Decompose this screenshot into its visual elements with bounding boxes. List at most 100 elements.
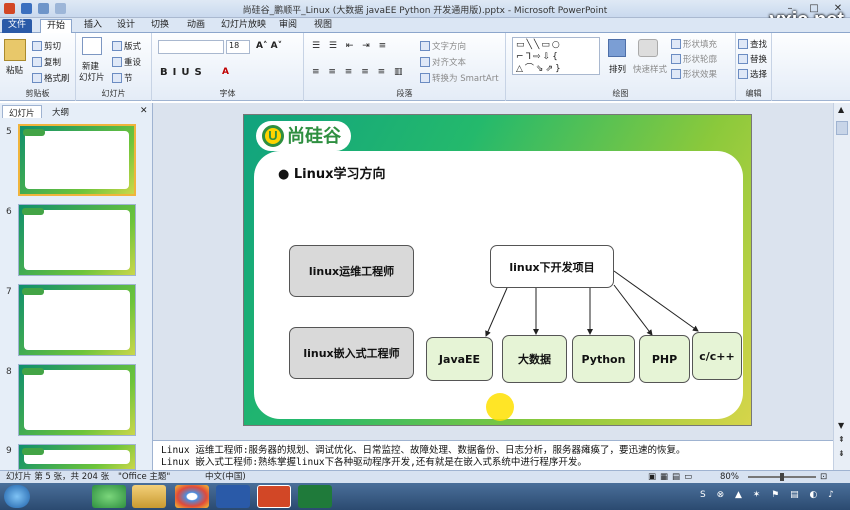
node-bigdata[interactable]: 大数据 [502,335,567,383]
node-linux-dev[interactable]: linux下开发项目 [490,245,614,288]
scissors-icon [32,41,42,51]
arrange-button[interactable]: 排列 [609,63,626,75]
slide-thumbnail[interactable] [18,364,136,436]
vertical-scrollbar[interactable]: ▲ ▼ ⇞ ⇟ [833,103,850,470]
reset-icon [112,57,122,67]
shape-outline-button[interactable]: 形状轮廓 [671,53,717,65]
font-size-box[interactable]: 18 [226,40,250,54]
fit-window-icon[interactable]: ⊡ [820,471,827,483]
new-slide-label: 幻灯片 [79,73,105,83]
quick-styles-icon [638,39,658,57]
app-icon[interactable] [92,485,126,508]
tab-home[interactable]: 开始 [40,19,73,33]
find-button[interactable]: 查找 [738,38,767,50]
select-label: 选择 [750,70,768,80]
slide-canvas[interactable]: U 尚硅谷 ● Linux学习方向 linux运维工程师 linux嵌入式工程师 … [243,114,752,426]
notes-line: Linux 运维工程师:服务器的规划、调试优化、日常监控、故障处理、数据备份、日… [161,445,686,456]
start-button[interactable] [4,485,30,508]
shape-fill-button[interactable]: 形状填充 [671,38,717,50]
node-php[interactable]: PHP [639,335,690,383]
tab-animations[interactable]: 动画 [181,19,211,33]
quick-styles-button[interactable]: 快速样式 [633,63,667,75]
slide-thumbnail[interactable] [18,444,136,470]
fill-icon [671,39,681,49]
font-style-buttons[interactable]: BIUS [160,67,207,78]
zoom-thumb[interactable] [780,473,784,481]
slide-number: 5 [6,127,12,137]
view-buttons[interactable]: ▣▦▤▭ [648,471,696,483]
group-label: 绘图 [612,89,629,98]
paste-button[interactable]: 粘贴 [6,64,23,76]
replace-button[interactable]: 替换 [738,53,767,65]
next-slide-icon[interactable]: ⇟ [838,449,845,458]
shapes-gallery[interactable]: ▭╲╲▭○ ⌐ᒣ⇨⇩{△⌒⇘⇗} [512,37,600,75]
text-direction-button[interactable]: 文字方向 [420,40,466,52]
align-buttons[interactable]: ≡ ≡ ≡ ≡ ≡ ▥ [312,67,406,77]
ribbon-tabs: 文件 开始 插入 设计 切换 动画 幻灯片放映 审阅 视图 [0,18,850,33]
prev-slide-icon[interactable]: ⇞ [838,435,845,444]
node-ops-engineer[interactable]: linux运维工程师 [289,245,414,297]
node-javaee[interactable]: JavaEE [426,337,493,381]
slide-thumbnail[interactable] [18,284,136,356]
list-buttons[interactable]: ☰ ☰ ⇤ ⇥ ≡ [312,41,389,51]
scroll-up-icon[interactable]: ▲ [838,105,844,114]
mouse-cursor-highlight [486,393,514,421]
tab-file[interactable]: 文件 [2,19,33,33]
node-cpp[interactable]: c/c++ [692,332,742,380]
select-button[interactable]: 选择 [738,68,767,80]
tab-design[interactable]: 设计 [111,19,141,33]
tab-insert[interactable]: 插入 [78,19,108,33]
folder-icon[interactable] [132,485,166,508]
cut-button[interactable]: 剪切 [32,40,61,52]
tab-review[interactable]: 审阅 [273,19,303,33]
section-button[interactable]: 节 [112,72,133,84]
group-label: 幻灯片 [101,89,126,98]
system-tray[interactable]: S ⊗ ▲ ✶ ⚑ ▤ ◐ ♪ [700,490,838,500]
shape-outline-label: 形状轮廓 [683,55,718,65]
notes-pane[interactable]: Linux 运维工程师:服务器的规划、调试优化、日常监控、故障处理、数据备份、日… [153,440,833,470]
windows-taskbar: S ⊗ ▲ ✶ ⚑ ▤ ◐ ♪ [0,483,850,510]
chrome-icon[interactable] [175,485,209,508]
slide-thumbnail[interactable] [18,204,136,276]
node-embedded-engineer[interactable]: linux嵌入式工程师 [289,327,414,379]
slide-thumbnail[interactable] [18,124,136,196]
scroll-down-icon[interactable]: ▼ [838,421,844,430]
arrange-icon [608,39,626,57]
slide-number: 9 [6,446,12,456]
layout-button[interactable]: 版式 [112,40,141,52]
group-label: 剪贴板 [25,89,50,98]
language-indicator[interactable]: 中文(中国) [205,471,246,483]
tab-slides-panel[interactable]: 幻灯片 [2,105,42,119]
powerpoint-taskbar-icon[interactable] [257,485,291,508]
font-color-button[interactable]: A [222,67,229,77]
group-editing: 查找 替换 选择 编辑 [736,33,772,101]
close-panel-icon[interactable]: ✕ [140,106,148,116]
align-text-label: 对齐文本 [432,58,467,68]
align-text-button[interactable]: 对齐文本 [420,56,466,68]
group-label: 段落 [396,89,413,98]
tab-view[interactable]: 视图 [308,19,338,33]
group-slides: 新建 幻灯片 版式 重设 节 幻灯片 [76,33,152,101]
group-label: 编辑 [745,89,762,98]
node-python[interactable]: Python [572,335,635,383]
slide-number: 7 [6,287,12,297]
format-painter-button[interactable]: 格式刷 [32,72,70,84]
smartart-label: 转换为 SmartArt [432,74,499,84]
copy-button[interactable]: 复制 [32,56,61,68]
tab-transitions[interactable]: 切换 [145,19,175,33]
tab-slideshow[interactable]: 幻灯片放映 [215,19,272,33]
smartart-button[interactable]: 转换为 SmartArt [420,72,499,84]
font-name-box[interactable] [158,40,224,54]
word-icon[interactable] [216,485,250,508]
reset-button[interactable]: 重设 [112,56,141,68]
tab-outline-panel[interactable]: 大纲 [46,105,75,118]
excel-icon[interactable] [298,485,332,508]
shape-effects-button[interactable]: 形状效果 [671,68,717,80]
format-label: 格式刷 [44,74,70,84]
align-text-icon [420,57,430,67]
status-bar: 幻灯片 第 5 张，共 204 张 "Office 主题" 中文(中国) ▣▦▤… [0,470,850,483]
outline-icon [671,54,681,64]
zoom-level[interactable]: 80% [720,471,739,483]
grow-font-button[interactable]: A˄ A˅ [256,41,282,51]
scroll-thumb[interactable] [836,121,848,135]
